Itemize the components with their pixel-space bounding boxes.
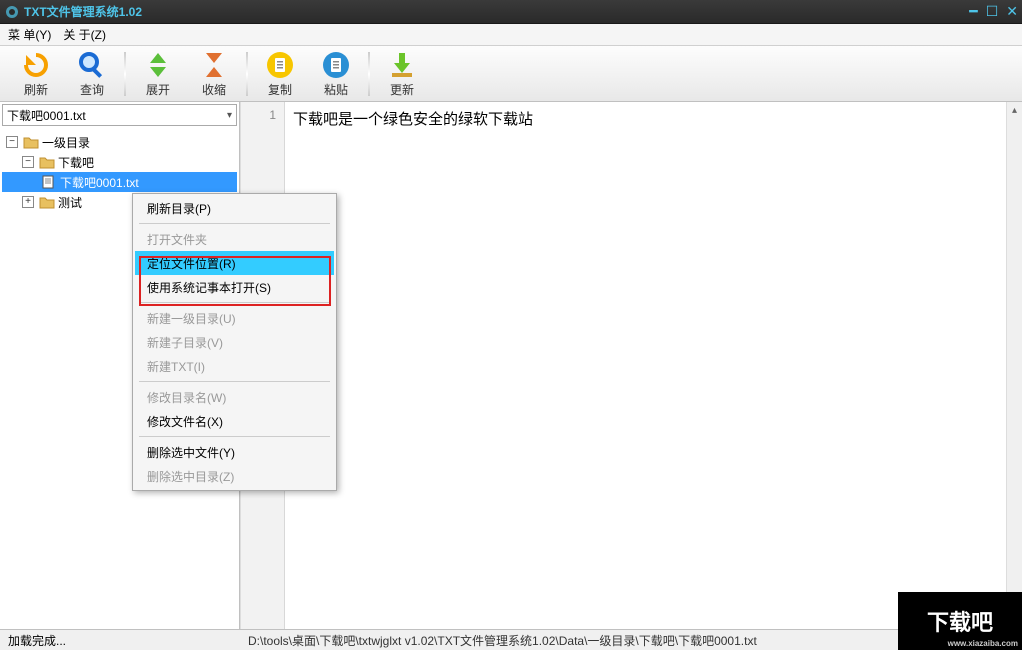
vertical-scrollbar[interactable]: ▴ ▾ (1006, 102, 1022, 629)
cm-refresh-dir[interactable]: 刷新目录(P) (135, 196, 334, 220)
cm-del-file[interactable]: 删除选中文件(Y) (135, 440, 334, 464)
line-number: 1 (241, 108, 276, 122)
cm-del-dir: 删除选中目录(Z) (135, 464, 334, 488)
combo-value: 下载吧0001.txt (7, 107, 86, 124)
expand-icon (142, 49, 174, 81)
tree-label: 测试 (58, 194, 82, 211)
minimize-button[interactable]: ━ (969, 3, 977, 20)
toolbar: 刷新 查询 展开 收缩 复制 粘贴 更新 (0, 46, 1022, 102)
title-bar: TXT文件管理系统1.02 ━ ☐ ✕ (0, 0, 1022, 24)
refresh-button[interactable]: 刷新 (8, 48, 64, 100)
cm-locate-file[interactable]: 定位文件位置(R) (135, 251, 334, 275)
maximize-button[interactable]: ☐ (986, 3, 999, 20)
update-icon (386, 49, 418, 81)
paste-icon (320, 49, 352, 81)
cm-open-notepad[interactable]: 使用系统记事本打开(S) (135, 275, 334, 299)
refresh-icon (20, 49, 52, 81)
collapse-toggle-icon[interactable]: − (22, 156, 34, 168)
tree-label: 下载吧 (58, 154, 94, 171)
update-button[interactable]: 更新 (374, 48, 430, 100)
toolbar-separator (124, 52, 126, 96)
paste-button[interactable]: 粘贴 (308, 48, 364, 100)
cm-separator (139, 302, 330, 303)
tree-node-folder[interactable]: − 下载吧 (2, 152, 237, 172)
tree-node-root[interactable]: − 一级目录 (2, 132, 237, 152)
folder-icon (39, 195, 55, 209)
cm-separator (139, 223, 330, 224)
scroll-up-icon[interactable]: ▴ (1007, 102, 1022, 118)
file-icon (41, 175, 57, 189)
cm-new-sub: 新建子目录(V) (135, 330, 334, 354)
expand-toggle-icon[interactable]: + (22, 196, 34, 208)
copy-button[interactable]: 复制 (252, 48, 308, 100)
status-bar: 加载完成... D:\tools\桌面\下载吧\txtwjglxt v1.02\… (0, 629, 1022, 650)
collapse-icon (198, 49, 230, 81)
tree-label: 下载吧0001.txt (60, 174, 139, 191)
cm-new-root: 新建一级目录(U) (135, 306, 334, 330)
watermark-text: 下载吧 (927, 605, 993, 637)
file-combo[interactable]: 下载吧0001.txt ▾ (2, 104, 237, 126)
close-button[interactable]: ✕ (1006, 3, 1018, 20)
editor-area: 1 下载吧是一个绿色安全的绿软下载站 ▴ ▾ (240, 102, 1022, 629)
search-button[interactable]: 查询 (64, 48, 120, 100)
toolbar-separator (246, 52, 248, 96)
editor-line: 下载吧是一个绿色安全的绿软下载站 (293, 112, 533, 128)
tree-label: 一级目录 (42, 134, 90, 151)
watermark-sub: www.xiazaiba.com (948, 639, 1018, 648)
tree-node-file-selected[interactable]: 下载吧0001.txt (2, 172, 237, 192)
cm-separator (139, 436, 330, 437)
folder-icon (39, 155, 55, 169)
cm-rename-file[interactable]: 修改文件名(X) (135, 409, 334, 433)
window-title: TXT文件管理系统1.02 (24, 3, 969, 20)
cm-separator (139, 381, 330, 382)
expand-button[interactable]: 展开 (130, 48, 186, 100)
menu-bar: 菜 单(Y) 关 于(Z) (0, 24, 1022, 46)
app-icon (4, 4, 20, 20)
folder-icon (23, 135, 39, 149)
cm-open-folder: 打开文件夹 (135, 227, 334, 251)
window-controls: ━ ☐ ✕ (969, 3, 1018, 20)
combo-arrow-icon: ▾ (227, 110, 232, 121)
collapse-toggle-icon[interactable]: − (6, 136, 18, 148)
context-menu: 刷新目录(P) 打开文件夹 定位文件位置(R) 使用系统记事本打开(S) 新建一… (132, 193, 337, 491)
cm-new-txt: 新建TXT(I) (135, 354, 334, 378)
toolbar-separator (368, 52, 370, 96)
menu-about[interactable]: 关 于(Z) (63, 26, 106, 43)
search-icon (76, 49, 108, 81)
text-editor[interactable]: 下载吧是一个绿色安全的绿软下载站 (285, 102, 1006, 629)
cm-rename-dir: 修改目录名(W) (135, 385, 334, 409)
menu-main[interactable]: 菜 单(Y) (8, 26, 51, 43)
status-left: 加载完成... (8, 632, 248, 649)
copy-icon (264, 49, 296, 81)
collapse-button[interactable]: 收缩 (186, 48, 242, 100)
watermark-logo: 下载吧 www.xiazaiba.com (898, 592, 1022, 650)
